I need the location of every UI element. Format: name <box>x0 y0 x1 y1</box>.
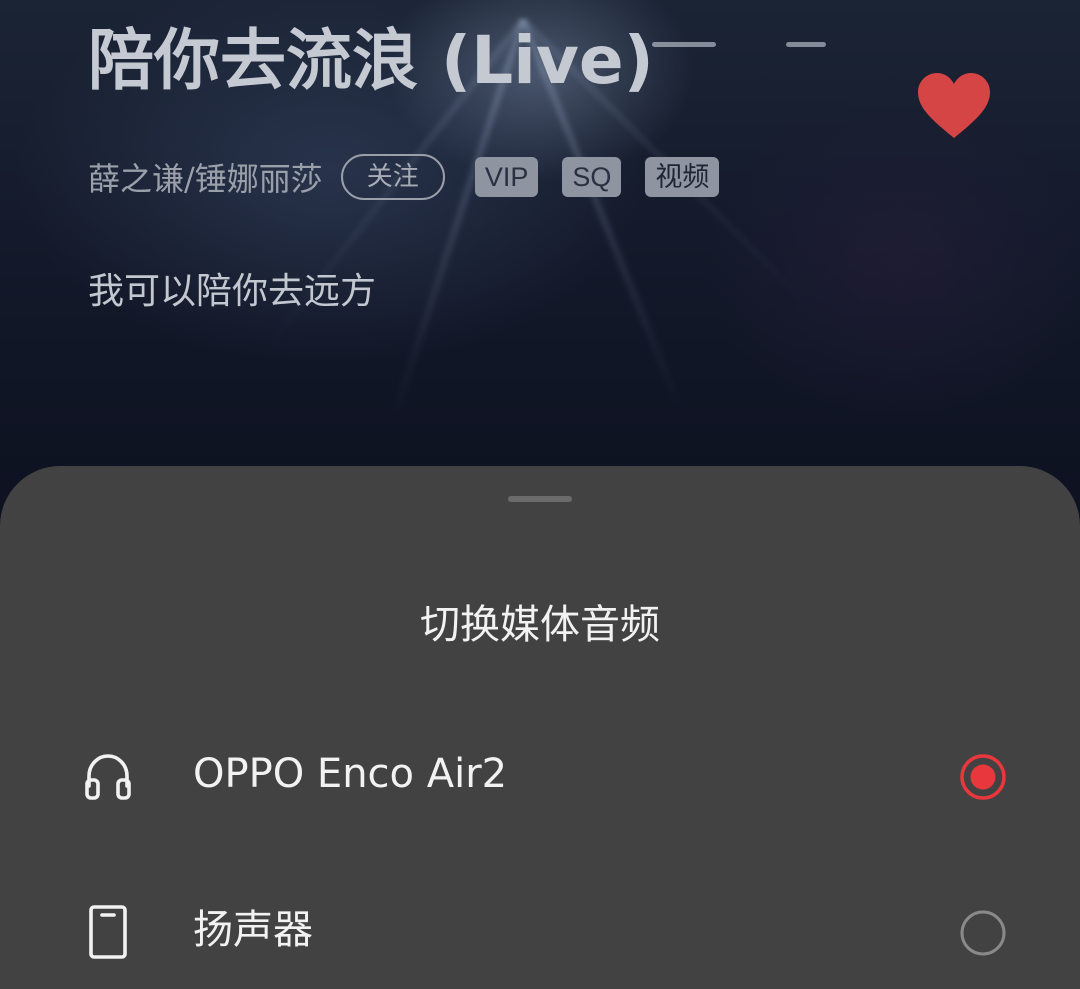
phone-speaker-icon <box>80 904 136 960</box>
audio-option-earbuds[interactable]: OPPO Enco Air2 <box>0 720 1080 830</box>
audio-option-label: 扬声器 <box>193 907 313 953</box>
song-title: 陪你去流浪 (Live) <box>88 22 654 99</box>
stage-light-bar <box>652 42 716 47</box>
follow-button[interactable]: 关注 <box>340 154 445 200</box>
artist-names[interactable]: 薛之谦/锤娜丽莎 <box>88 154 323 200</box>
video-badge[interactable]: 视频 <box>645 157 720 197</box>
song-meta-row: 薛之谦/锤娜丽莎 关注 VIP SQ 视频 <box>88 150 743 204</box>
headphones-icon <box>80 748 136 804</box>
radio-unselected[interactable] <box>958 908 1008 958</box>
current-lyric-line[interactable]: 我可以陪你去远方 <box>88 262 376 322</box>
audio-option-label: OPPO Enco Air2 <box>193 751 508 797</box>
audio-option-speaker[interactable]: 扬声器 <box>0 876 1080 986</box>
sq-quality-badge[interactable]: SQ <box>562 157 622 197</box>
vip-badge: VIP <box>474 157 539 197</box>
audio-output-sheet: 切换媒体音频 OPPO Enco Air2 扬声器 <box>0 466 1080 989</box>
like-button[interactable] <box>914 70 994 142</box>
stage-light-bar <box>786 42 826 47</box>
radio-selected[interactable] <box>958 752 1008 802</box>
heart-icon <box>918 73 990 138</box>
sheet-drag-handle[interactable] <box>508 496 572 502</box>
sheet-title: 切换媒体音频 <box>420 602 660 648</box>
